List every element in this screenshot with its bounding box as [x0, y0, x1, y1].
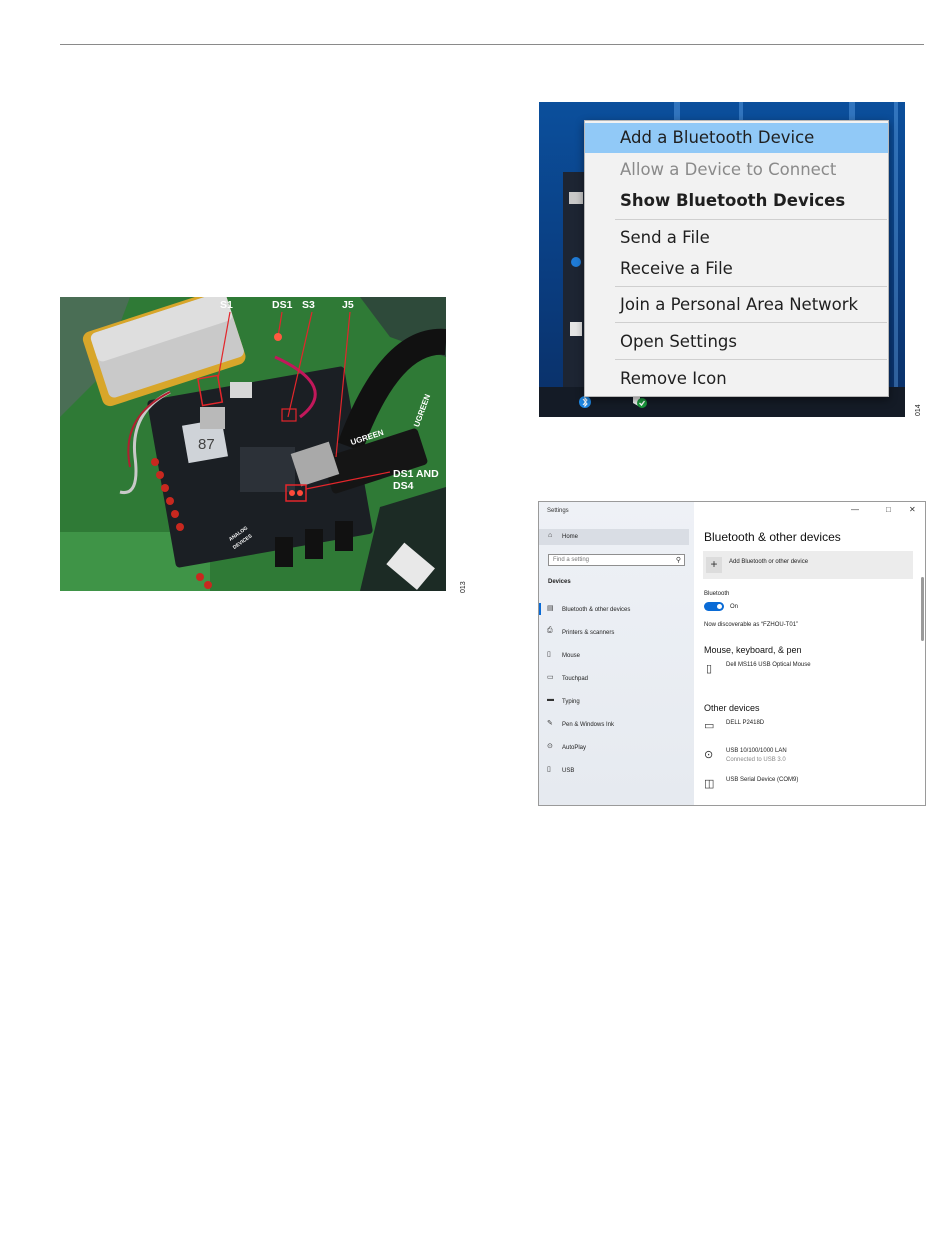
bluetooth-devices-icon: ▤	[547, 605, 554, 612]
toggle-knob	[717, 604, 722, 609]
bluetooth-label: Bluetooth	[704, 591, 730, 597]
device-status: Connected to USB 3.0	[726, 757, 786, 763]
scrollbar[interactable]	[921, 577, 924, 641]
label-s1: S1	[220, 299, 233, 311]
printer-icon: ⎙	[547, 627, 553, 634]
device-name: USB 10/100/1000 LAN	[726, 748, 787, 754]
sidebar-home[interactable]: ⌂ Home	[539, 529, 689, 545]
figure-number-013: 013	[460, 581, 467, 593]
monitor-device-icon: ▭	[704, 720, 715, 732]
chip-label: 87	[198, 436, 215, 453]
menu-separator	[615, 219, 887, 220]
settings-main: Bluetooth & other devices + Add Bluetoot…	[694, 502, 925, 805]
mouse-icon: ▯	[547, 651, 551, 658]
pen-icon: ✎	[547, 720, 553, 727]
menu-separator	[615, 322, 887, 323]
pcb-photo-drawing	[60, 297, 446, 591]
menu-item-add-bluetooth-device[interactable]: Add a Bluetooth Device	[585, 123, 888, 153]
keyboard-icon: ▬	[547, 696, 554, 703]
menu-item-show-bluetooth-devices[interactable]: Show Bluetooth Devices	[585, 186, 888, 216]
pen-tray-icon	[570, 322, 582, 336]
add-device-button[interactable]: + Add Bluetooth or other device	[703, 551, 913, 579]
search-placeholder: Find a setting	[553, 557, 590, 563]
pcb-photo: S1 DS1 S3 J5 DS1 AND DS4 UGREEN UGREEN 8…	[60, 297, 446, 591]
touchpad-icon: ▭	[547, 674, 554, 681]
toggle-state: On	[730, 604, 739, 610]
window-title: Settings	[547, 508, 569, 514]
mouse-section-heading: Mouse, keyboard, & pen	[704, 645, 802, 655]
settings-sidebar: Settings ⌂ Home Find a setting ⚲ Devices…	[539, 502, 694, 805]
sidebar-item-label: Pen & Windows Ink	[562, 722, 615, 728]
sidebar-home-label: Home	[562, 534, 579, 540]
sidebar-item-label: Touchpad	[562, 676, 589, 682]
mouse-device-icon: ▯	[706, 663, 713, 675]
sidebar-item-label: Typing	[562, 699, 580, 705]
menu-item-join-personal-area-network[interactable]: Join a Personal Area Network	[585, 290, 888, 320]
device-name: DELL P2418D	[726, 720, 765, 726]
serial-device-icon: ◫	[704, 778, 715, 790]
device-name: Dell MS116 USB Optical Mouse	[726, 662, 811, 668]
label-ds1: DS1	[272, 299, 293, 311]
label-ds1-and: DS1 AND	[393, 468, 439, 480]
discoverable-text: Now discoverable as “FZHOU-T01”	[704, 622, 799, 628]
autoplay-icon: ⊙	[547, 743, 553, 750]
device-name: USB Serial Device (COM9)	[726, 777, 799, 783]
bluetooth-context-menu: Add a Bluetooth Device Allow a Device to…	[584, 120, 889, 397]
monitor-icon	[569, 192, 583, 204]
menu-item-allow-device-to-connect[interactable]: Allow a Device to Connect	[585, 155, 888, 185]
other-devices-heading: Other devices	[704, 703, 760, 713]
sidebar-item-label: AutoPlay	[562, 745, 587, 751]
menu-item-send-a-file[interactable]: Send a File	[585, 223, 888, 253]
usb-icon: ▯	[547, 766, 551, 773]
sidebar-item-label: Printers & scanners	[562, 630, 615, 636]
page-title: Bluetooth & other devices	[704, 530, 841, 544]
menu-separator	[615, 286, 887, 287]
menu-item-open-settings[interactable]: Open Settings	[585, 327, 888, 357]
menu-item-receive-a-file[interactable]: Receive a File	[585, 254, 888, 284]
bluetooth-toggle[interactable]	[704, 602, 724, 611]
selection-indicator	[539, 603, 541, 615]
add-device-label: Add Bluetooth or other device	[729, 559, 809, 565]
home-icon: ⌂	[548, 532, 553, 539]
sidebar-item-label: USB	[562, 768, 575, 774]
header-rule	[60, 44, 924, 45]
sidebar-section-devices: Devices	[548, 579, 571, 585]
figure-number-014: 014	[915, 404, 922, 416]
menu-item-remove-icon[interactable]: Remove Icon	[585, 364, 888, 394]
sidebar-item-label: Mouse	[562, 653, 581, 659]
label-ds4: DS4	[393, 480, 414, 492]
search-input[interactable]: Find a setting ⚲	[548, 554, 685, 566]
search-icon[interactable]: ⚲	[676, 556, 681, 564]
label-s3: S3	[302, 299, 315, 311]
plus-icon: +	[706, 557, 722, 573]
settings-window: Settings ⌂ Home Find a setting ⚲ Devices…	[538, 501, 926, 806]
network-adapter-icon: ⊙	[704, 749, 714, 761]
menu-separator	[615, 359, 887, 360]
light-beam	[894, 102, 898, 417]
outlook-icon	[571, 257, 581, 267]
sidebar-item-label: Bluetooth & other devices	[562, 607, 631, 613]
label-j5: J5	[342, 299, 354, 311]
